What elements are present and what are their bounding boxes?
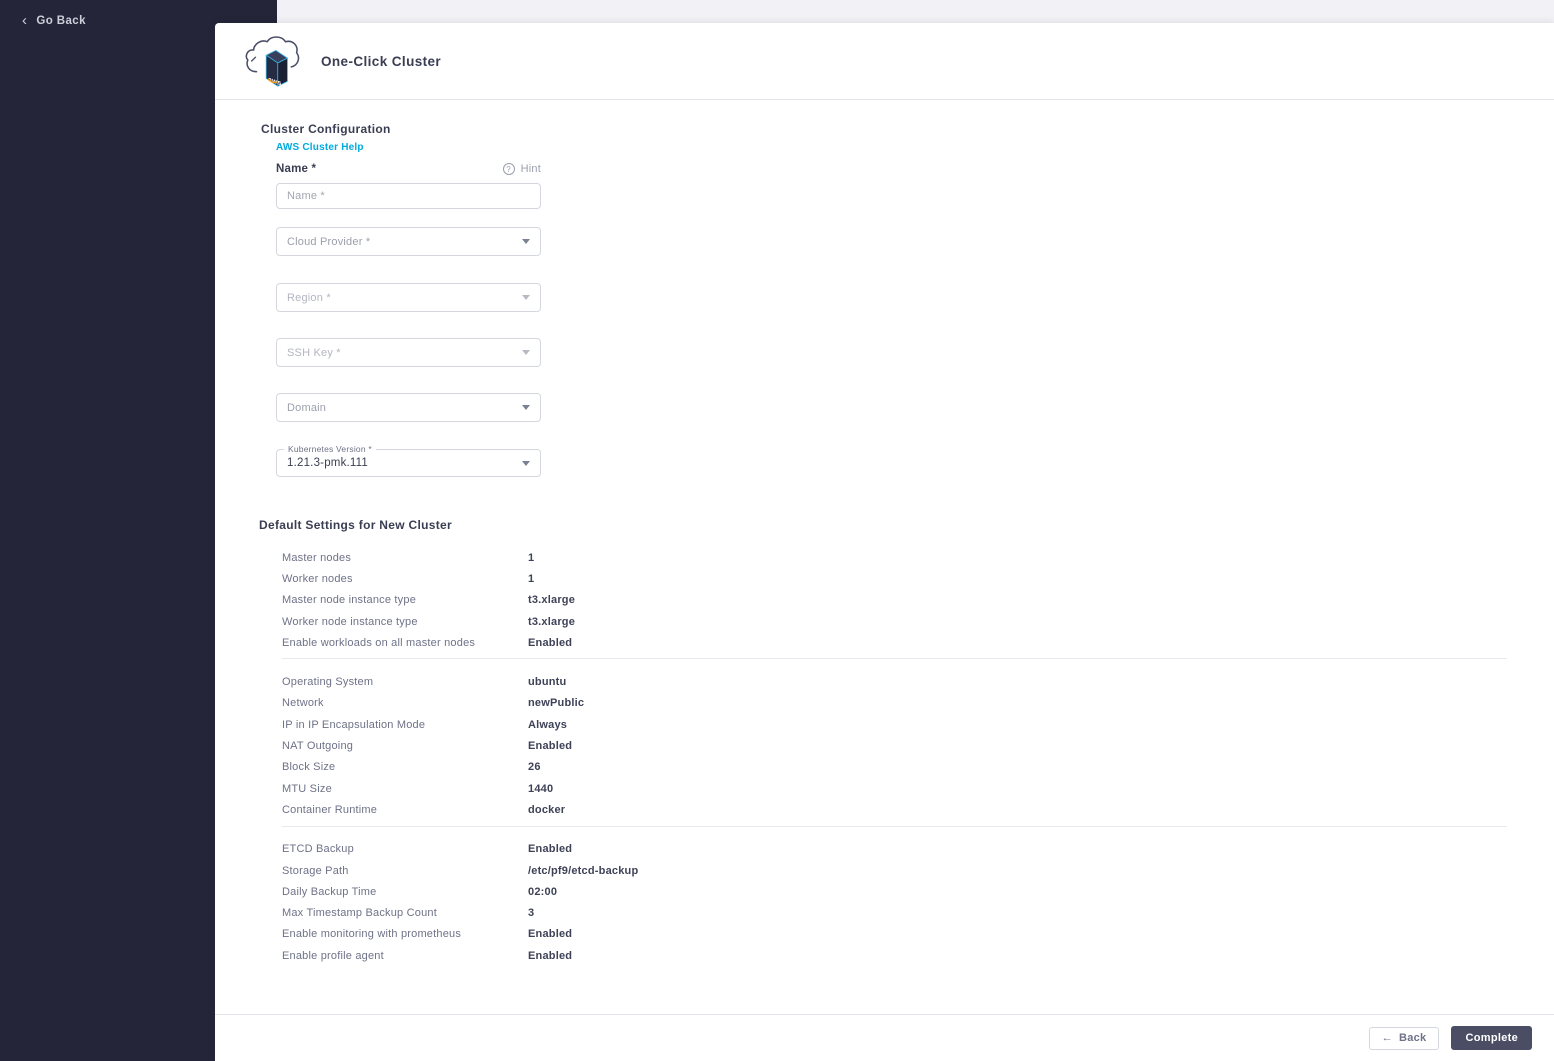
setting-label: Master nodes bbox=[282, 551, 352, 564]
hint-button[interactable]: ? Hint bbox=[502, 163, 541, 175]
setting-label: Daily Backup Time bbox=[282, 885, 377, 898]
setting-value: /etc/pf9/etcd-backup bbox=[528, 864, 639, 877]
setting-value: Enabled bbox=[528, 636, 573, 649]
cloud-provider-select[interactable]: Cloud Provider * bbox=[276, 227, 541, 256]
table-row: NAT Outgoing Enabled bbox=[282, 735, 1507, 756]
region-placeholder: Region * bbox=[287, 291, 331, 304]
hint-label: Hint bbox=[520, 163, 541, 175]
default-settings-list: Master nodes 1 Worker nodes 1 Master nod… bbox=[282, 547, 1507, 966]
divider bbox=[282, 825, 1507, 827]
chevron-down-icon bbox=[522, 460, 530, 466]
table-row: Block Size 26 bbox=[282, 757, 1507, 778]
table-row: Storage Path /etc/pf9/etcd-backup bbox=[282, 860, 1507, 881]
setting-value: docker bbox=[528, 803, 566, 816]
panel-header: aws One-Click Cluster bbox=[215, 23, 1554, 100]
setting-value: 02:00 bbox=[528, 885, 558, 898]
domain-select[interactable]: Domain bbox=[276, 393, 541, 422]
setting-label: MTU Size bbox=[282, 782, 332, 795]
table-row: Operating System ubuntu bbox=[282, 671, 1507, 692]
table-row: Worker node instance type t3.xlarge bbox=[282, 611, 1507, 632]
back-button-label: Back bbox=[1398, 1032, 1427, 1044]
setting-label: Master node instance type bbox=[282, 594, 417, 607]
setting-label: Enable monitoring with prometheus bbox=[282, 928, 462, 941]
table-row: Worker nodes 1 bbox=[282, 568, 1507, 589]
ssh-key-placeholder: SSH Key * bbox=[287, 346, 341, 359]
table-row: Network newPublic bbox=[282, 693, 1507, 714]
setting-value: t3.xlarge bbox=[528, 615, 576, 628]
setting-value: Enabled bbox=[528, 740, 573, 753]
domain-placeholder: Domain bbox=[287, 401, 327, 414]
table-row: Enable profile agent Enabled bbox=[282, 945, 1507, 966]
page-title: One-Click Cluster bbox=[321, 54, 442, 69]
setting-label: Network bbox=[282, 697, 324, 710]
setting-label: NAT Outgoing bbox=[282, 740, 354, 753]
question-mark-icon: ? bbox=[502, 163, 515, 175]
table-row: Master nodes 1 bbox=[282, 547, 1507, 568]
chevron-down-icon bbox=[522, 350, 530, 355]
aws-cluster-help-link[interactable]: AWS Cluster Help bbox=[276, 142, 364, 153]
name-field-label: Name * bbox=[276, 163, 317, 175]
setting-value: Enabled bbox=[528, 928, 573, 941]
table-row: MTU Size 1440 bbox=[282, 778, 1507, 799]
cloud-provider-placeholder: Cloud Provider * bbox=[287, 235, 371, 248]
setting-value: Always bbox=[528, 718, 568, 731]
setting-value: Enabled bbox=[528, 949, 573, 962]
setting-value: 1 bbox=[528, 572, 535, 585]
setting-value: ubuntu bbox=[528, 676, 567, 689]
kubernetes-version-select[interactable]: Kubernetes Version * 1.21.3-pmk.111 bbox=[276, 444, 541, 477]
wizard-footer: ← Back Complete bbox=[215, 1014, 1554, 1061]
arrow-left-icon: ← bbox=[1381, 1032, 1393, 1044]
setting-value: newPublic bbox=[528, 697, 585, 710]
kubernetes-version-label: Kubernetes Version * bbox=[284, 444, 376, 454]
setting-label: Max Timestamp Backup Count bbox=[282, 907, 437, 920]
chevron-down-icon bbox=[522, 239, 530, 244]
chevron-down-icon bbox=[522, 295, 530, 300]
go-back-label: Go Back bbox=[36, 14, 86, 27]
setting-value: 3 bbox=[528, 907, 535, 920]
default-settings-heading: Default Settings for New Cluster bbox=[259, 518, 452, 532]
setting-label: Storage Path bbox=[282, 864, 349, 877]
chevron-left-icon: ‹ bbox=[22, 12, 28, 29]
cluster-configuration-heading: Cluster Configuration bbox=[261, 122, 391, 136]
complete-button[interactable]: Complete bbox=[1451, 1026, 1532, 1050]
setting-label: Worker node instance type bbox=[282, 615, 418, 628]
table-row: Daily Backup Time 02:00 bbox=[282, 881, 1507, 902]
table-row: Max Timestamp Backup Count 3 bbox=[282, 902, 1507, 923]
table-row: Enable monitoring with prometheus Enable… bbox=[282, 924, 1507, 945]
back-button[interactable]: ← Back bbox=[1368, 1026, 1440, 1050]
setting-label: Block Size bbox=[282, 761, 336, 774]
setting-label: Operating System bbox=[282, 676, 374, 689]
one-click-cluster-panel: aws One-Click Cluster Cluster Configurat… bbox=[215, 23, 1554, 1061]
table-row: Enable workloads on all master nodes Ena… bbox=[282, 632, 1507, 653]
aws-cloud-icon: aws bbox=[245, 36, 300, 87]
setting-value: 26 bbox=[528, 761, 541, 774]
table-row: Container Runtime docker bbox=[282, 799, 1507, 820]
divider bbox=[282, 658, 1507, 660]
setting-label: Container Runtime bbox=[282, 803, 378, 816]
name-field-header: Name * ? Hint bbox=[276, 163, 541, 175]
region-select[interactable]: Region * bbox=[276, 283, 541, 312]
kubernetes-version-value: 1.21.3-pmk.111 bbox=[287, 457, 369, 469]
setting-value: 1440 bbox=[528, 782, 554, 795]
chevron-down-icon bbox=[522, 405, 530, 410]
setting-label: IP in IP Encapsulation Mode bbox=[282, 718, 426, 731]
ssh-key-select[interactable]: SSH Key * bbox=[276, 338, 541, 367]
setting-value: 1 bbox=[528, 551, 535, 564]
setting-value: t3.xlarge bbox=[528, 594, 576, 607]
table-row: IP in IP Encapsulation Mode Always bbox=[282, 714, 1507, 735]
cluster-name-input[interactable] bbox=[276, 183, 541, 209]
go-back-button[interactable]: ‹ Go Back bbox=[22, 13, 86, 28]
setting-label: Worker nodes bbox=[282, 572, 353, 585]
table-row: ETCD Backup Enabled bbox=[282, 839, 1507, 860]
setting-label: ETCD Backup bbox=[282, 843, 354, 856]
setting-label: Enable profile agent bbox=[282, 949, 384, 962]
table-row: Master node instance type t3.xlarge bbox=[282, 590, 1507, 611]
setting-label: Enable workloads on all master nodes bbox=[282, 636, 476, 649]
setting-value: Enabled bbox=[528, 843, 573, 856]
